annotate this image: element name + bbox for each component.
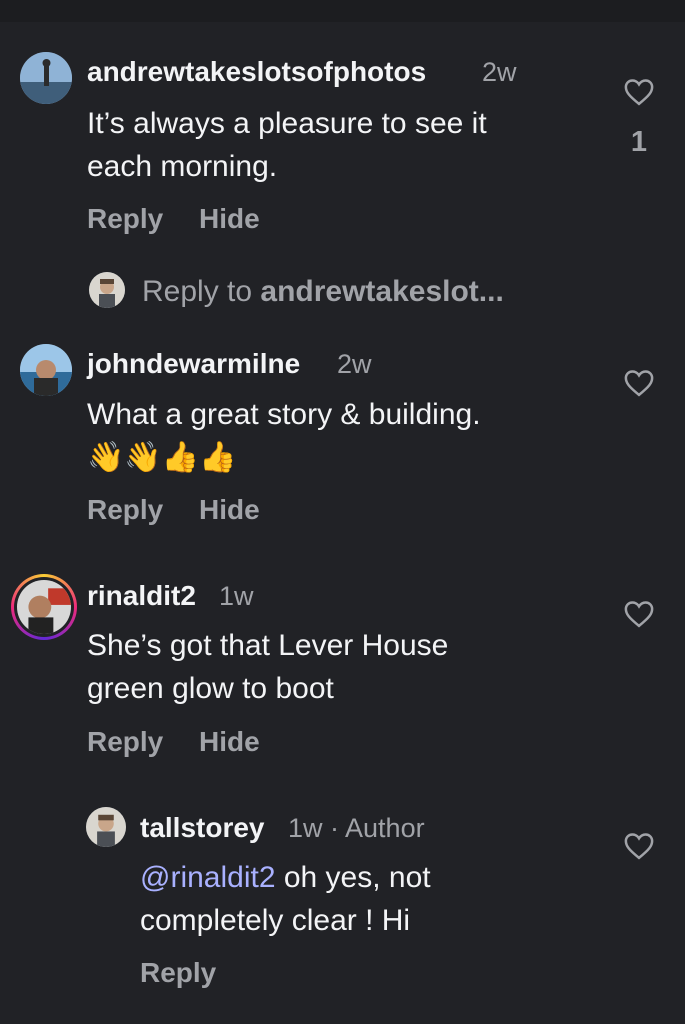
- heart-icon[interactable]: [624, 832, 654, 860]
- like-count: 1: [630, 126, 648, 158]
- emoji-line: 👋👋👍👍: [87, 440, 237, 475]
- reply-meta: 1w · Author: [288, 813, 425, 844]
- avatar: [17, 580, 71, 634]
- comment-text-line: green glow to boot: [87, 672, 334, 705]
- comment-username[interactable]: johndewarmilne: [87, 348, 300, 380]
- reply-to-target: andrewtakeslot...: [260, 275, 504, 308]
- comment-text-line: She’s got that Lever House: [87, 629, 449, 662]
- avatar[interactable]: [20, 344, 72, 396]
- hide-button[interactable]: Hide: [199, 726, 260, 758]
- reply-button[interactable]: Reply: [87, 494, 163, 526]
- avatar[interactable]: [86, 807, 126, 847]
- comment-text-line: What a great story & building.: [87, 398, 481, 431]
- heart-icon[interactable]: [624, 78, 654, 106]
- comment-text-line: It’s always a pleasure to see it: [87, 107, 487, 140]
- comment-age: 2w: [482, 57, 517, 87]
- reply-button[interactable]: Reply: [87, 726, 163, 758]
- comment-text: What a great story & building. 👋👋👍👍: [87, 393, 481, 479]
- reply-button[interactable]: Reply: [140, 957, 216, 989]
- hide-button[interactable]: Hide: [199, 494, 260, 526]
- mention-link[interactable]: @rinaldit2: [140, 861, 276, 894]
- comment-text-line: each morning.: [87, 150, 278, 183]
- comment-username[interactable]: andrewtakeslotsofphotos: [87, 56, 426, 88]
- reply-age: 1w: [288, 813, 323, 843]
- avatar[interactable]: [20, 52, 72, 104]
- reply-text-line: @rinaldit2 oh yes, not: [140, 856, 431, 899]
- reply-username[interactable]: tallstorey: [140, 812, 265, 844]
- story-ring-avatar[interactable]: [11, 574, 77, 640]
- meta-separator: ·: [322, 813, 346, 843]
- comment-username[interactable]: rinaldit2: [87, 580, 196, 612]
- reply-text-line: completely clear ! Hi: [140, 904, 411, 937]
- reply-button[interactable]: Reply: [87, 203, 163, 235]
- reply-text: @rinaldit2 oh yes, not completely clear …: [140, 856, 431, 942]
- comment-text: It’s always a pleasure to see it each mo…: [87, 102, 487, 188]
- comment-age: 2w: [337, 349, 372, 379]
- comment-age: 1w: [219, 581, 254, 611]
- reply-text-rest: oh yes, not: [275, 861, 431, 894]
- heart-icon[interactable]: [624, 600, 654, 628]
- author-badge: Author: [345, 813, 425, 843]
- hide-button[interactable]: Hide: [199, 203, 260, 235]
- top-divider: [0, 0, 685, 22]
- reply-to-input[interactable]: Reply to andrewtakeslot...: [142, 275, 504, 309]
- reply-to-prefix: Reply to: [142, 275, 261, 308]
- comment-text: She’s got that Lever House green glow to…: [87, 624, 448, 710]
- my-avatar: [89, 272, 125, 308]
- heart-icon[interactable]: [624, 369, 654, 397]
